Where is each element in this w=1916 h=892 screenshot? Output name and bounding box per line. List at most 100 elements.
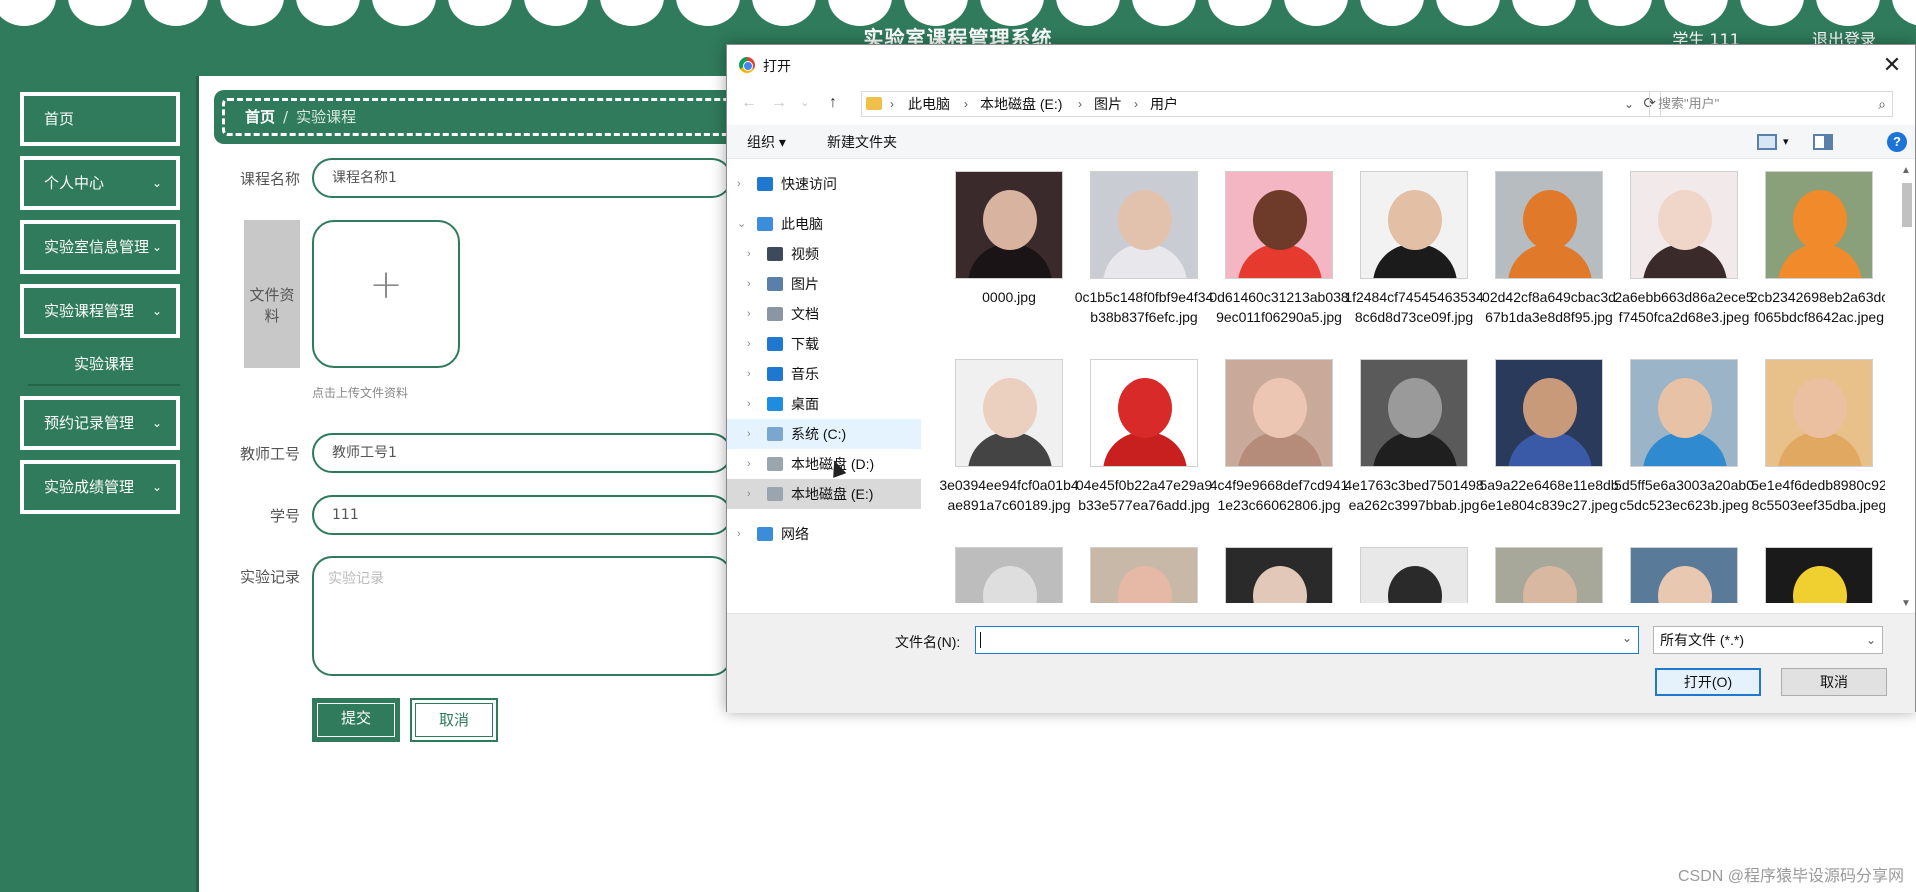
student-id-input[interactable]: 111 <box>312 495 732 535</box>
breadcrumb-home[interactable]: 首页 <box>245 108 275 126</box>
thumbnail-figure <box>983 378 1037 438</box>
expand-arrow-icon[interactable]: › <box>747 299 751 329</box>
tree-item[interactable]: › 图片 <box>727 269 921 299</box>
help-icon[interactable]: ? <box>1887 132 1907 152</box>
expand-arrow-icon[interactable]: › <box>737 169 741 199</box>
tree-item[interactable]: ⌄ 此电脑 <box>727 209 921 239</box>
file-grid-scrollbar[interactable]: ▲ ▼ <box>1897 161 1915 613</box>
dialog-cancel-button[interactable]: 取消 <box>1781 668 1887 696</box>
submit-button[interactable]: 提交 <box>312 698 400 742</box>
star-icon <box>757 177 773 191</box>
filetype-select[interactable]: 所有文件 (*.*) ⌄ <box>1653 626 1883 654</box>
pictures-icon <box>767 277 783 291</box>
filetype-value: 所有文件 (*.*) <box>1660 632 1744 648</box>
sidebar-item-booking[interactable]: 预约记录管理 ⌄ <box>20 396 180 450</box>
desktop-icon <box>767 397 783 411</box>
thumbnail-figure <box>1118 190 1172 250</box>
experiment-record-textarea[interactable]: 实验记录 <box>312 556 732 676</box>
file-thumbnail <box>955 171 1063 279</box>
thumbnail-figure <box>1793 566 1847 603</box>
cancel-button[interactable]: 取消 <box>410 698 498 742</box>
tree-item-label: 桌面 <box>791 396 819 412</box>
preview-pane-icon[interactable] <box>1813 134 1833 150</box>
filename-input[interactable]: ⌄ <box>975 626 1639 654</box>
expand-arrow-icon[interactable]: › <box>747 449 751 479</box>
tree-item[interactable]: › 文档 <box>727 299 921 329</box>
file-name: 04e45f0b22a47e29a9b33e577ea76add.jpg <box>1075 477 1213 513</box>
address-segment[interactable]: 图片 <box>1094 92 1122 116</box>
student-id-label: 学号 <box>269 507 300 525</box>
chevron-down-icon[interactable]: ⌄ <box>1622 631 1632 645</box>
view-dropdown-icon[interactable]: ▾ <box>1783 125 1789 159</box>
expand-arrow-icon[interactable]: › <box>747 419 751 449</box>
search-input[interactable]: 搜索"用户" ⌕ <box>1649 91 1893 117</box>
teacher-id-input[interactable]: 教师工号1 <box>312 433 732 473</box>
expand-arrow-icon[interactable]: › <box>737 519 741 549</box>
file-thumbnail <box>1495 547 1603 603</box>
tree-item-label: 网络 <box>781 526 809 542</box>
organize-menu[interactable]: 组织 ▾ <box>747 125 786 159</box>
download-icon <box>767 337 783 351</box>
sidebar-item-label: 实验室信息管理 <box>44 238 150 256</box>
scroll-up-icon[interactable]: ▲ <box>1901 165 1911 176</box>
view-options-icon[interactable] <box>1757 134 1777 150</box>
tree-item[interactable]: › 网络 <box>727 519 921 549</box>
file-name: 4e1763c3bed7501498ea262c3997bbab.jpg <box>1344 477 1484 513</box>
up-arrow-icon[interactable]: ↑ <box>821 91 845 115</box>
forward-arrow-icon[interactable]: → <box>767 91 791 115</box>
chevron-down-icon: ⌄ <box>151 304 162 318</box>
chevron-down-icon[interactable]: ⌄ <box>1624 92 1634 116</box>
address-segment[interactable]: 本地磁盘 (E:) <box>980 92 1062 116</box>
tree-item-label: 文档 <box>791 306 819 322</box>
chevron-right-icon: › <box>1134 97 1138 111</box>
expand-arrow-icon[interactable]: › <box>747 239 751 269</box>
expand-arrow-icon[interactable]: › <box>747 479 751 509</box>
sidebar-item-grades[interactable]: 实验成绩管理 ⌄ <box>20 460 180 514</box>
tree-item[interactable]: › 系统 (C:) <box>727 419 921 449</box>
network-icon <box>757 527 773 541</box>
thumbnail-figure <box>1388 566 1442 603</box>
tree-item-label: 本地磁盘 (E:) <box>791 486 874 502</box>
recent-locations-icon[interactable]: ⌄ <box>793 91 817 115</box>
address-segment[interactable]: 用户 <box>1150 92 1178 116</box>
expand-arrow-icon[interactable]: › <box>747 359 751 389</box>
sidebar-item-label: 实验成绩管理 <box>44 478 135 496</box>
tree-item[interactable]: › 快速访问 <box>727 169 921 199</box>
file-open-dialog: 打开 ✕ ← → ⌄ ↑ › 此电脑 › 本地磁盘 (E:) › 图片 › 用户… <box>726 44 1916 713</box>
scroll-down-icon[interactable]: ▼ <box>1901 598 1911 609</box>
address-segment[interactable]: 此电脑 <box>908 92 950 116</box>
close-icon[interactable]: ✕ <box>1869 45 1915 85</box>
file-name: 02d42cf8a649cbac3d67b1da3e8d8f95.jpg <box>1482 289 1616 325</box>
tree-item[interactable]: › 下载 <box>727 329 921 359</box>
expand-arrow-icon[interactable]: › <box>747 269 751 299</box>
back-arrow-icon[interactable]: ← <box>737 91 761 115</box>
sidebar-item-course-management[interactable]: 实验课程管理 ⌄ <box>20 284 180 338</box>
tree-item[interactable]: › 音乐 <box>727 359 921 389</box>
tree-item[interactable]: › 本地磁盘 (D:) <box>727 449 921 479</box>
sidebar-item-home[interactable]: 首页 <box>20 92 180 146</box>
folder-icon <box>866 97 882 110</box>
tree-item[interactable]: › 桌面 <box>727 389 921 419</box>
address-bar[interactable]: › 此电脑 › 本地磁盘 (E:) › 图片 › 用户 ⌄ ⟳ <box>861 91 1661 117</box>
scrollbar-thumb[interactable] <box>1902 183 1912 227</box>
sidebar-item-lab-info[interactable]: 实验室信息管理 ⌄ <box>20 220 180 274</box>
dialog-toolbar: 组织 ▾ 新建文件夹 ▾ ? <box>727 125 1915 159</box>
chevron-down-icon: ⌄ <box>151 176 162 190</box>
expand-arrow-icon[interactable]: › <box>747 329 751 359</box>
search-icon: ⌕ <box>1878 96 1886 112</box>
file-thumbnail <box>1765 171 1873 279</box>
file-upload-box[interactable]: + <box>312 220 460 368</box>
sidebar-item-profile[interactable]: 个人中心 ⌄ <box>20 156 180 210</box>
tree-item[interactable]: › 本地磁盘 (E:) <box>727 479 921 509</box>
chevron-down-icon: ⌄ <box>151 240 162 254</box>
sidebar-item-label: 首页 <box>44 110 75 128</box>
open-button[interactable]: 打开(O) <box>1655 668 1761 696</box>
tree-item[interactable]: › 视频 <box>727 239 921 269</box>
course-name-input[interactable]: 课程名称1 <box>312 158 732 198</box>
expand-arrow-icon[interactable]: ⌄ <box>737 209 746 239</box>
expand-arrow-icon[interactable]: › <box>747 389 751 419</box>
new-folder-button[interactable]: 新建文件夹 <box>827 125 897 159</box>
sidebar-subitem-course[interactable]: 实验课程 <box>28 342 180 386</box>
dialog-titlebar[interactable]: 打开 ✕ <box>727 45 1915 85</box>
thumbnail-figure <box>1523 566 1577 603</box>
